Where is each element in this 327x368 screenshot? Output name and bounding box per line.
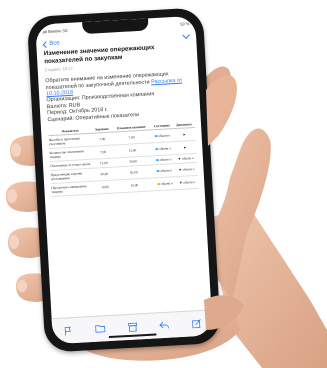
compose-icon xyxy=(191,318,201,328)
indicator-trend: ► xyxy=(172,127,196,142)
chevron-left-icon xyxy=(42,40,47,48)
reply-button[interactable] xyxy=(158,320,171,331)
state-label: обычн о xyxy=(160,181,173,187)
indicator-trend: ► xyxy=(173,140,197,155)
phone-notch xyxy=(82,18,149,35)
battery-label: 53 % xyxy=(180,20,190,27)
state-dot-icon xyxy=(154,134,158,138)
indicator-value: 7,00 xyxy=(92,132,113,147)
flag-icon xyxy=(64,326,71,336)
state-dot-icon xyxy=(155,147,159,151)
state-label: обычн о xyxy=(158,133,171,138)
state-label: обычн о xyxy=(158,146,171,151)
indicator-value: 10,00 xyxy=(95,180,115,195)
flag-button[interactable] xyxy=(62,325,75,336)
indicator-state: обычн о xyxy=(153,176,177,192)
indicator-name: Просрочено завершения тендера xyxy=(51,181,96,197)
mail-content: Изменение значение опережающих показател… xyxy=(44,42,206,316)
back-label: Все xyxy=(49,40,60,47)
indicator-value: 30,00 xyxy=(94,167,115,182)
smartphone: .atl Beeline 3G 16:21 53 % Все Изменение… xyxy=(26,7,222,353)
phone-screen: .atl Beeline 3G 16:21 53 % Все Изменение… xyxy=(35,15,213,345)
indicator-trend: ▼ обычн о xyxy=(174,162,198,177)
archive-button[interactable] xyxy=(126,321,139,332)
indicator-state: обычн о xyxy=(153,163,176,179)
compose-button[interactable] xyxy=(190,318,203,329)
state-label: обычн о xyxy=(159,157,172,163)
mail-body: Обратите внимание на изменение опережающ… xyxy=(45,70,194,123)
state-dot-icon xyxy=(156,158,159,162)
chevron-down-icon[interactable] xyxy=(182,33,190,39)
indicator-plan: 10,00 xyxy=(114,178,155,194)
back-button[interactable]: Все xyxy=(42,40,60,48)
indicator-value: 7,00 xyxy=(93,145,113,160)
reply-icon xyxy=(159,321,170,329)
carrier-label: .atl Beeline 3G xyxy=(41,27,68,34)
state-dot-icon xyxy=(156,169,160,173)
folder-icon xyxy=(95,325,106,333)
folder-button[interactable] xyxy=(94,323,107,334)
indicator-state: обычн о xyxy=(151,128,174,143)
state-label: обычн о xyxy=(160,168,173,174)
indicator-state: обычн о xyxy=(151,141,175,156)
photo-scene: .atl Beeline 3G 16:21 53 % Все Изменение… xyxy=(0,0,327,368)
state-dot-icon xyxy=(157,182,161,186)
indicators-table: Показатель Значение Плановое значение Со… xyxy=(48,120,199,197)
archive-icon xyxy=(127,322,137,332)
indicator-trend: ▼ обычн о xyxy=(175,175,199,190)
